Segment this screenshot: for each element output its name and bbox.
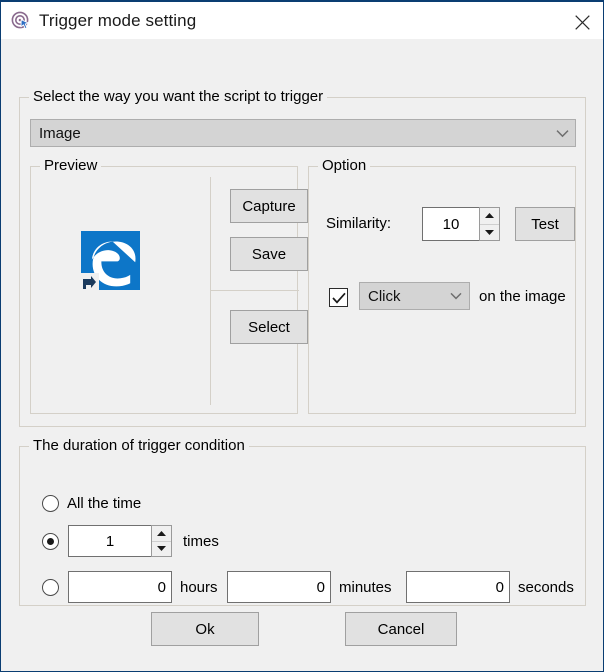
dialog-body: Select the way you want the script to tr… xyxy=(1,39,603,670)
title-bar: Trigger mode setting xyxy=(1,0,603,40)
duration-group: The duration of trigger condition All th… xyxy=(19,437,586,606)
trigger-mode-setting-dialog: Trigger mode setting Select the way you … xyxy=(0,0,604,672)
similarity-decrement-button[interactable] xyxy=(480,225,499,241)
duration-legend: The duration of trigger condition xyxy=(29,437,249,454)
times-value[interactable]: 1 xyxy=(68,525,151,557)
trigger-way-group: Select the way you want the script to tr… xyxy=(19,88,586,427)
trigger-way-legend: Select the way you want the script to tr… xyxy=(29,88,328,105)
select-button[interactable]: Select xyxy=(230,310,308,344)
window-title: Trigger mode setting xyxy=(39,11,197,30)
cancel-button[interactable]: Cancel xyxy=(345,612,457,646)
option-legend: Option xyxy=(318,157,371,174)
all-the-time-label: All the time xyxy=(67,495,142,512)
times-spin-buttons xyxy=(151,525,172,557)
action-type-select[interactable]: Click xyxy=(359,282,470,310)
similarity-value[interactable]: 10 xyxy=(422,207,479,241)
radio-times[interactable] xyxy=(42,533,59,550)
radio-all-the-time[interactable] xyxy=(42,495,59,512)
times-increment-button[interactable] xyxy=(152,526,171,542)
test-button[interactable]: Test xyxy=(515,207,575,241)
seconds-input[interactable]: 0 xyxy=(406,571,510,603)
times-stepper[interactable]: 1 xyxy=(68,525,172,557)
minutes-value: 0 xyxy=(316,578,325,596)
seconds-value: 0 xyxy=(495,578,504,596)
action-enabled-checkbox[interactable] xyxy=(329,288,348,307)
action-suffix-label: on the image xyxy=(479,288,566,305)
hours-label: hours xyxy=(180,579,218,596)
target-cursor-icon xyxy=(11,11,32,32)
hours-input[interactable]: 0 xyxy=(68,571,172,603)
preview-legend: Preview xyxy=(40,157,102,174)
chevron-down-icon xyxy=(443,292,469,300)
preview-divider-vertical xyxy=(210,177,211,405)
similarity-spin-buttons xyxy=(479,207,500,241)
times-label: times xyxy=(183,533,219,550)
microsoft-edge-shortcut-icon xyxy=(79,229,143,293)
similarity-increment-button[interactable] xyxy=(480,208,499,225)
capture-button[interactable]: Capture xyxy=(230,189,308,223)
close-button[interactable] xyxy=(559,4,603,40)
trigger-mode-value: Image xyxy=(39,124,81,142)
check-icon xyxy=(331,292,346,304)
preview-divider-horizontal xyxy=(211,290,299,291)
option-group: Option Similarity: 10 Test Click on the … xyxy=(308,157,576,414)
minutes-label: minutes xyxy=(339,579,392,596)
ok-button[interactable]: Ok xyxy=(151,612,259,646)
chevron-down-icon xyxy=(549,129,575,138)
minutes-input[interactable]: 0 xyxy=(227,571,331,603)
save-button[interactable]: Save xyxy=(230,237,308,271)
radio-timespan[interactable] xyxy=(42,579,59,596)
hours-value: 0 xyxy=(157,578,166,596)
seconds-label: seconds xyxy=(518,579,574,596)
trigger-mode-select[interactable]: Image xyxy=(30,119,576,147)
similarity-label: Similarity: xyxy=(326,215,392,232)
preview-group: Preview Capture Save Select xyxy=(30,157,308,414)
similarity-stepper[interactable]: 10 xyxy=(422,207,500,241)
action-type-value: Click xyxy=(368,287,401,305)
times-decrement-button[interactable] xyxy=(152,542,171,557)
